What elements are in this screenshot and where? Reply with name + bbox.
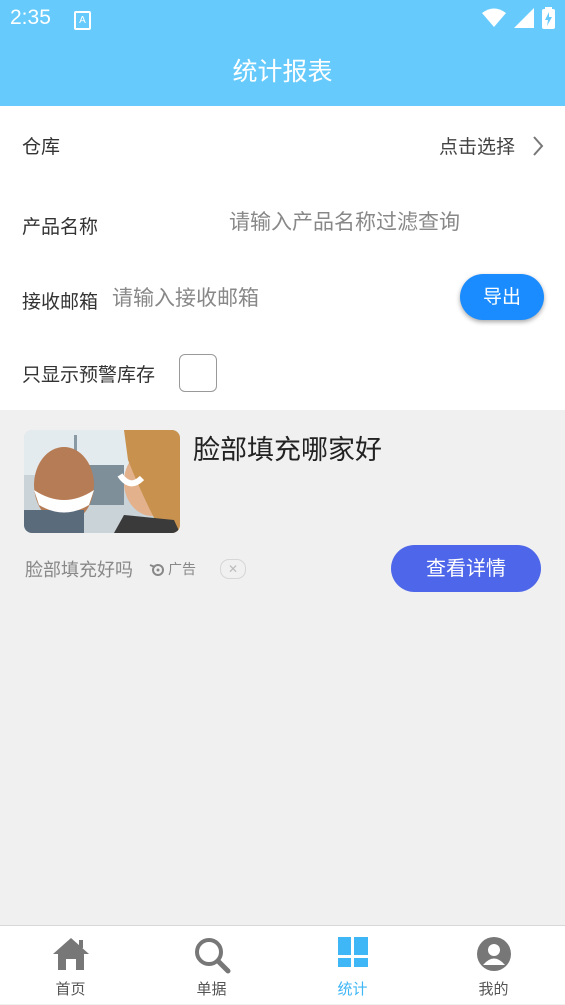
tab-documents[interactable]: 单据 — [141, 926, 282, 1005]
battery-icon — [542, 7, 555, 29]
close-icon[interactable]: ✕ — [220, 559, 246, 579]
ad-mark-icon — [149, 564, 164, 576]
ad-title[interactable]: 脸部填充哪家好 — [193, 428, 382, 467]
ad-tag: 广告 — [149, 559, 196, 579]
bottom-nav: 首页 单据 统计 我的 — [0, 925, 565, 1004]
tab-home-label: 首页 — [55, 980, 86, 998]
email-label: 接收邮箱 — [22, 291, 99, 313]
notification-icon: A — [74, 11, 91, 30]
chevron-right-icon — [533, 136, 544, 156]
product-name-input[interactable] — [229, 207, 549, 237]
app-bar: 统计报表 — [0, 38, 565, 106]
search-icon — [194, 938, 230, 974]
tab-mine[interactable]: 我的 — [423, 926, 564, 1005]
export-button[interactable]: 导出 — [460, 274, 544, 320]
status-bar: 2:35 A — [0, 0, 565, 38]
user-icon — [476, 937, 511, 971]
warehouse-label: 仓库 — [22, 136, 61, 158]
tab-documents-label: 单据 — [196, 980, 227, 998]
status-time: 2:35 — [10, 6, 51, 29]
tab-mine-label: 我的 — [478, 980, 509, 998]
tab-statistics-label: 统计 — [337, 980, 368, 998]
ad-card[interactable]: 脸部填充哪家好 脸部填充好吗 广告 ✕ 查看详情 — [0, 410, 565, 610]
status-icons — [482, 7, 555, 29]
email-input[interactable] — [112, 283, 442, 313]
tab-home[interactable]: 首页 — [0, 926, 141, 1005]
signal-icon — [514, 8, 534, 28]
product-name-label: 产品名称 — [22, 216, 99, 238]
ad-tag-label: 广告 — [168, 562, 196, 578]
ad-details-button[interactable]: 查看详情 — [391, 545, 541, 592]
ad-image[interactable] — [24, 430, 180, 533]
warning-stock-checkbox[interactable] — [179, 354, 217, 392]
ad-subtitle: 脸部填充好吗 — [25, 560, 133, 581]
warehouse-row[interactable]: 仓库 点击选择 — [0, 106, 565, 184]
wifi-icon — [482, 8, 506, 27]
tab-statistics[interactable]: 统计 — [282, 926, 423, 1005]
home-icon — [52, 938, 89, 970]
warning-stock-label: 只显示预警库存 — [22, 364, 156, 386]
dashboard-icon — [337, 937, 368, 967]
warehouse-select[interactable]: 点击选择 — [439, 132, 515, 159]
page-title: 统计报表 — [232, 57, 333, 86]
